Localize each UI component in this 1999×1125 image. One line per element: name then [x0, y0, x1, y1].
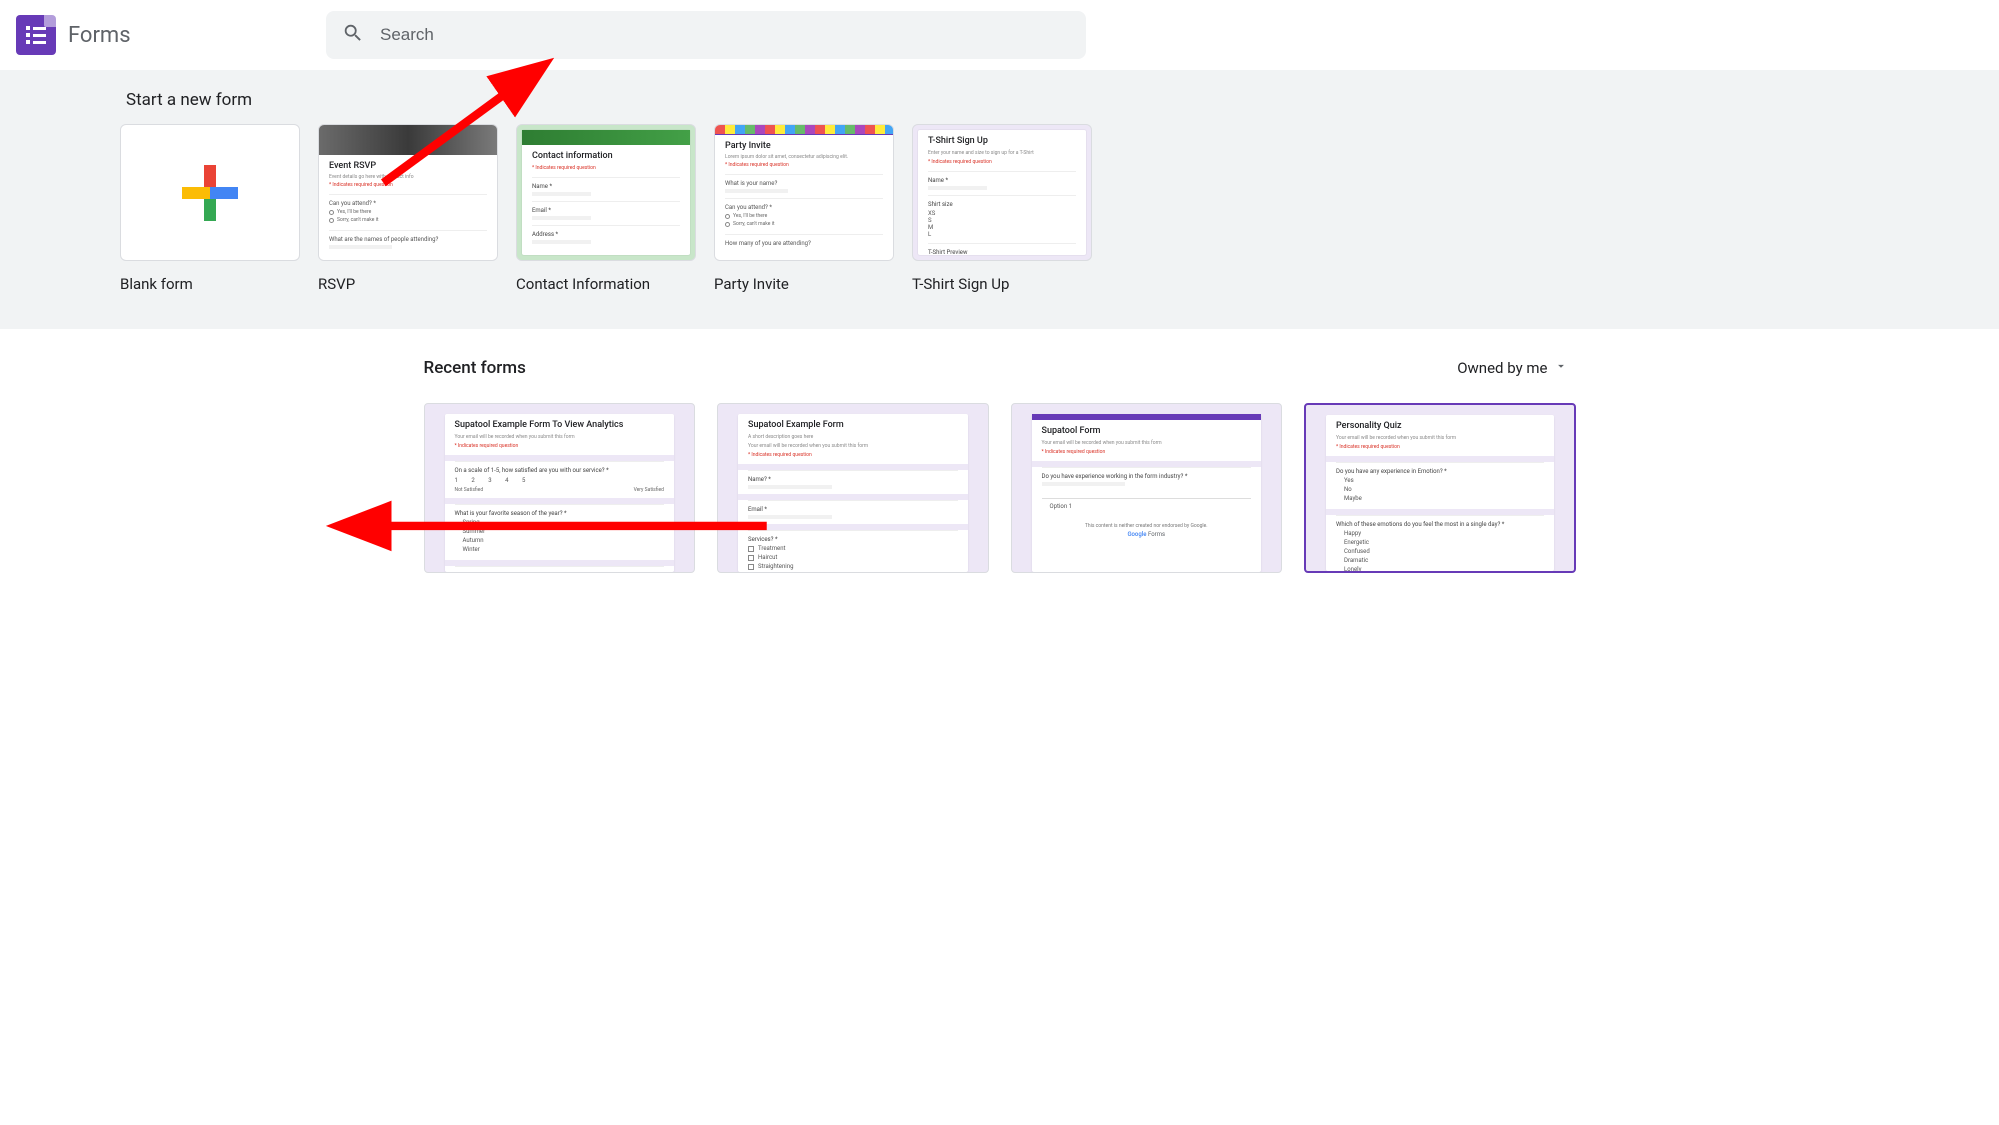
template-label: Blank form [120, 275, 300, 293]
recent-section: Recent forms Owned by me Supatool Exampl… [0, 329, 1999, 573]
plus-icon [182, 165, 238, 221]
app-title: Forms [68, 23, 131, 48]
owner-filter-dropdown[interactable]: Owned by me [1449, 353, 1575, 383]
template-label: RSVP [318, 275, 498, 293]
logo-wrap: Forms [16, 15, 326, 55]
template-row: Blank form Event RSVP Event details go h… [120, 124, 1999, 293]
search-input[interactable] [380, 25, 1070, 45]
gallery-title: Start a new form [126, 90, 1999, 110]
template-blank: Blank form [120, 124, 300, 293]
recent-form-supatool-thumb[interactable]: Supatool Form Your email will be recorde… [1011, 403, 1283, 573]
template-label: T-Shirt Sign Up [912, 275, 1092, 293]
recent-form-example: Supatool Example Form A short descriptio… [717, 403, 989, 573]
template-gallery: Start a new form Blank form Event RS [0, 70, 1999, 329]
search-icon [342, 22, 364, 48]
forms-logo-icon[interactable] [16, 15, 56, 55]
template-tshirt-thumb[interactable]: T-Shirt Sign Up Enter your name and size… [912, 124, 1092, 261]
recent-form-supatool: Supatool Form Your email will be recorde… [1011, 403, 1283, 573]
template-label: Contact Information [516, 275, 696, 293]
recent-form-example-thumb[interactable]: Supatool Example Form A short descriptio… [717, 403, 989, 573]
owner-filter-label: Owned by me [1457, 359, 1547, 377]
template-contact-thumb[interactable]: Contact information * Indicates required… [516, 124, 696, 261]
recent-form-analytics: Supatool Example Form To View Analytics … [424, 403, 696, 573]
recent-title: Recent forms [424, 358, 526, 378]
template-party-thumb[interactable]: Party Invite Lorem ipsum dolor sit amet,… [714, 124, 894, 261]
template-tshirt: T-Shirt Sign Up Enter your name and size… [912, 124, 1092, 293]
app-header: Forms [0, 0, 1999, 70]
recent-form-quiz-thumb[interactable]: Personality Quiz Your email will be reco… [1304, 403, 1576, 573]
search-bar[interactable] [326, 11, 1086, 59]
template-rsvp-thumb[interactable]: Event RSVP Event details go here with co… [318, 124, 498, 261]
template-contact: Contact information * Indicates required… [516, 124, 696, 293]
recent-form-analytics-thumb[interactable]: Supatool Example Form To View Analytics … [424, 403, 696, 573]
recent-form-quiz: Personality Quiz Your email will be reco… [1304, 403, 1576, 573]
template-blank-thumb[interactable] [120, 124, 300, 261]
chevron-down-icon [1554, 359, 1568, 377]
template-rsvp: Event RSVP Event details go here with co… [318, 124, 498, 293]
template-party: Party Invite Lorem ipsum dolor sit amet,… [714, 124, 894, 293]
template-label: Party Invite [714, 275, 894, 293]
recent-grid: Supatool Example Form To View Analytics … [424, 403, 1576, 573]
